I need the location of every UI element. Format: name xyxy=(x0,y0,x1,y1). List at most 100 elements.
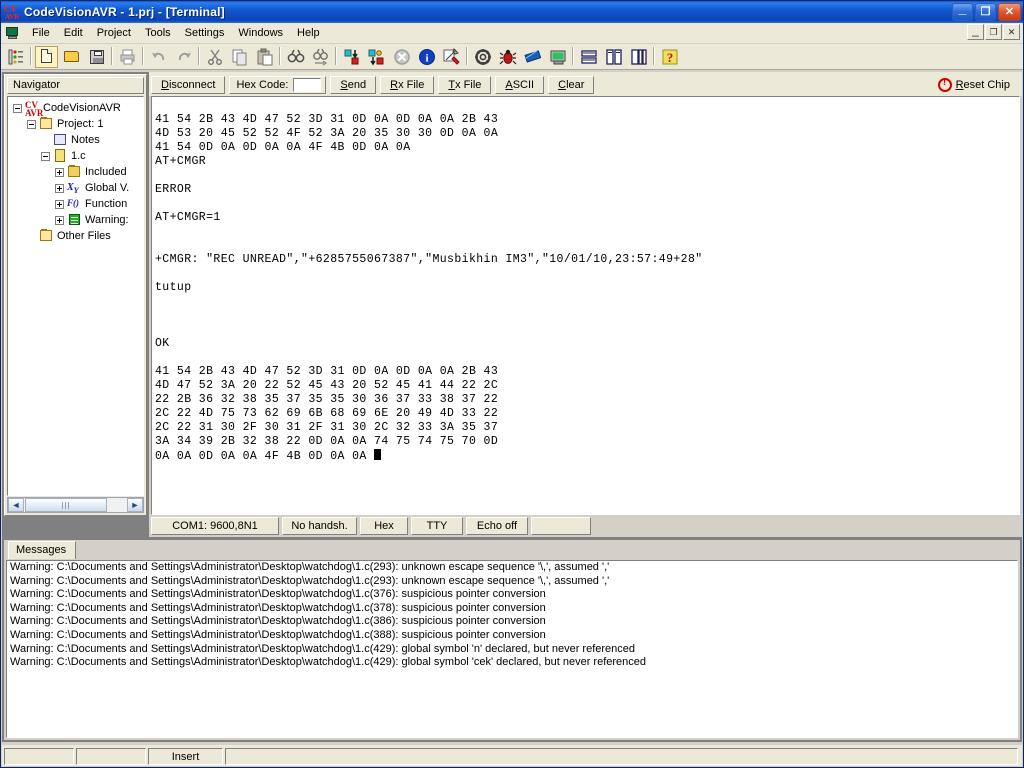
tab-messages[interactable]: Messages xyxy=(8,541,77,559)
cascade-windows-icon[interactable] xyxy=(627,46,650,68)
included-files-icon xyxy=(67,165,82,179)
debugger-icon[interactable] xyxy=(496,46,519,68)
message-line[interactable]: Warning: C:\Documents and Settings\Admin… xyxy=(7,561,1017,575)
tile-horizontal-icon[interactable] xyxy=(577,46,600,68)
menu-item-settings[interactable]: Settings xyxy=(178,25,232,41)
tree-item-notes[interactable]: Notes xyxy=(11,132,143,148)
clear-button[interactable]: Clear xyxy=(548,76,595,94)
disconnect-label-rest: isconnect xyxy=(168,79,216,91)
scroll-trough[interactable] xyxy=(108,498,127,512)
tree-label-other-files: Other Files xyxy=(57,230,111,242)
copy-icon[interactable] xyxy=(228,46,251,68)
status-panel-modified xyxy=(76,748,146,765)
terminal-line: 22 2B 36 32 38 35 37 35 35 30 36 37 33 3… xyxy=(155,393,499,406)
stop-icon[interactable] xyxy=(390,46,413,68)
disconnect-button[interactable]: Disconnect xyxy=(151,76,226,94)
status-panel-insert-mode: Insert xyxy=(148,748,223,765)
menu-item-project[interactable]: Project xyxy=(90,25,138,41)
tree-expander-included[interactable] xyxy=(55,167,64,177)
window-close-button[interactable]: ✕ xyxy=(998,3,1021,21)
find-icon[interactable] xyxy=(284,46,307,68)
navigator-caption: Navigator xyxy=(7,77,144,94)
scroll-thumb[interactable] xyxy=(25,498,107,512)
message-line[interactable]: Warning: C:\Documents and Settings\Admin… xyxy=(7,643,1017,657)
print-icon[interactable] xyxy=(116,46,139,68)
mdi-restore-button[interactable]: ❐ xyxy=(985,24,1002,40)
new-file-icon[interactable] xyxy=(35,45,58,68)
main-toolbar: i ? xyxy=(1,44,1023,70)
status-echo: Echo off xyxy=(466,517,528,535)
settings-gear-icon[interactable] xyxy=(471,46,494,68)
message-line[interactable]: Warning: C:\Documents and Settings\Admin… xyxy=(7,588,1017,602)
reset-chip-button[interactable]: Reset Chip xyxy=(932,76,1016,94)
tree-item-included[interactable]: Included xyxy=(11,164,143,180)
message-line[interactable]: Warning: C:\Documents and Settings\Admin… xyxy=(7,615,1017,629)
tree-label-functions: Function xyxy=(85,198,128,210)
tree-expander-functions[interactable] xyxy=(55,199,64,209)
message-line[interactable]: Warning: C:\Documents and Settings\Admin… xyxy=(7,602,1017,616)
toolbar-separator-4 xyxy=(196,47,202,67)
message-line[interactable]: Warning: C:\Documents and Settings\Admin… xyxy=(7,575,1017,589)
ascii-button[interactable]: A SCII xyxy=(495,76,545,94)
find-next-icon[interactable] xyxy=(309,46,332,68)
menu-item-file[interactable]: File xyxy=(25,25,57,41)
terminal-line: tutup xyxy=(155,281,192,294)
terminal-output-area[interactable]: 41 54 2B 43 4D 47 52 3D 31 0D 0A 0D 0A 0… xyxy=(151,96,1020,515)
information-icon[interactable]: i xyxy=(415,46,438,68)
navigator-horizontal-scrollbar[interactable]: ◄ ► xyxy=(7,497,144,513)
tree-item-warnings[interactable]: Warning: xyxy=(11,212,143,228)
paste-icon[interactable] xyxy=(253,46,276,68)
menu-item-windows[interactable]: Windows xyxy=(231,25,290,41)
mdi-close-button[interactable]: ✕ xyxy=(1003,24,1020,40)
send-button[interactable]: Send xyxy=(330,76,377,94)
message-line[interactable]: Warning: C:\Documents and Settings\Admin… xyxy=(7,629,1017,643)
toolbar-separator-5 xyxy=(277,47,283,67)
menu-item-edit[interactable]: Edit xyxy=(57,25,90,41)
reset-chip-icon xyxy=(937,77,952,92)
message-line[interactable]: Warning: C:\Documents and Settings\Admin… xyxy=(7,656,1017,670)
navigator-tree-body[interactable]: CV AVR CodeVisionAVR Project: 1 Notes 1.… xyxy=(7,96,144,496)
rx-file-button[interactable]: Rx File xyxy=(380,76,435,94)
hex-code-input[interactable] xyxy=(293,78,322,92)
navigator-toggle-icon[interactable] xyxy=(4,46,27,68)
tree-item-other-files[interactable]: Other Files xyxy=(11,228,143,244)
menu-item-tools[interactable]: Tools xyxy=(138,25,178,41)
configure-icon[interactable] xyxy=(440,46,463,68)
tree-item-global-variables[interactable]: XY Global V. xyxy=(11,180,143,196)
notes-icon xyxy=(53,133,68,147)
warnings-icon xyxy=(67,213,82,227)
terminal-line: AT+CMGR xyxy=(155,155,207,168)
tx-file-button[interactable]: Tx File xyxy=(438,76,492,94)
tile-vertical-icon[interactable] xyxy=(602,46,625,68)
application-window: CV AVR CodeVisionAVR - 1.prj - [Terminal… xyxy=(0,0,1024,768)
tree-expander-global-variables[interactable] xyxy=(55,183,64,193)
redo-icon[interactable] xyxy=(172,46,195,68)
chip-programmer-icon[interactable] xyxy=(521,46,544,68)
scroll-left-button[interactable]: ◄ xyxy=(8,498,24,512)
window-minimize-button[interactable]: _ xyxy=(952,1,973,21)
menu-item-help[interactable]: Help xyxy=(290,25,327,41)
scroll-right-button[interactable]: ► xyxy=(127,498,143,512)
undo-icon[interactable] xyxy=(147,46,170,68)
messages-list[interactable]: Warning: C:\Documents and Settings\Admin… xyxy=(6,560,1018,738)
compile-icon[interactable] xyxy=(340,46,363,68)
mdi-system-icon[interactable] xyxy=(5,26,20,40)
tree-expander-warnings[interactable] xyxy=(55,215,64,225)
tree-item-functions[interactable]: F() Function xyxy=(11,196,143,212)
mdi-minimize-button[interactable]: _ xyxy=(967,24,984,40)
tree-expander-source-file[interactable] xyxy=(41,151,50,161)
tree-item-codevisionavr[interactable]: CV AVR CodeVisionAVR xyxy=(11,100,143,118)
tree-expander-project[interactable] xyxy=(27,119,36,129)
build-icon[interactable] xyxy=(365,46,388,68)
window-restore-button[interactable]: ❐ xyxy=(975,3,996,21)
open-file-icon[interactable] xyxy=(60,46,83,68)
help-icon[interactable]: ? xyxy=(658,46,681,68)
application-status-bar: Insert xyxy=(2,745,1022,766)
save-file-icon[interactable] xyxy=(85,46,108,68)
tree-expander-codevisionavr[interactable] xyxy=(13,103,22,113)
tree-item-project[interactable]: Project: 1 xyxy=(11,116,143,132)
cut-icon[interactable] xyxy=(203,46,226,68)
terminal-icon[interactable] xyxy=(546,46,569,68)
tree-item-source-file[interactable]: 1.c xyxy=(11,148,143,164)
terminal-line: 4D 53 20 45 52 52 4F 52 3A 20 35 30 30 0… xyxy=(155,127,499,140)
